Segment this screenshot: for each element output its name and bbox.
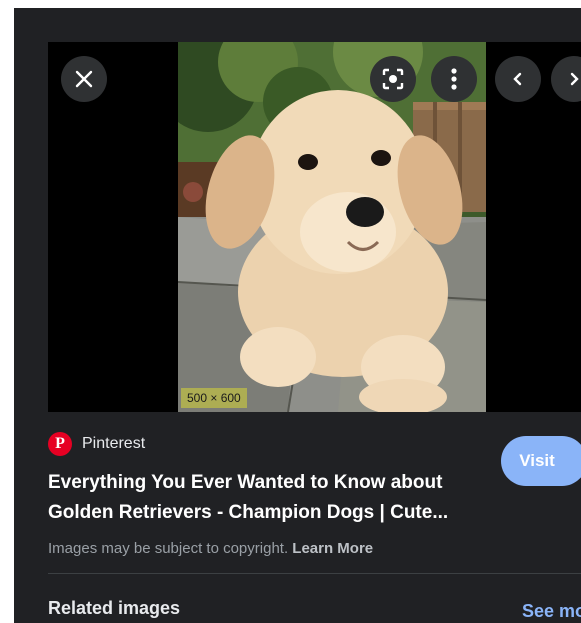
lens-icon [382,68,404,90]
copyright-notice: Images may be subject to copyright. Lear… [48,540,373,557]
pinterest-logo: P [48,432,72,456]
image-preview-panel: 500 × 600 P Pinterest Everything You Eve… [14,8,581,623]
divider [48,573,581,574]
related-images-heading: Related images [48,598,181,618]
result-title[interactable]: Everything You Ever Wanted to Know about… [48,468,496,528]
more-vert-icon [451,68,457,90]
image-dimensions-badge: 500 × 600 [181,388,247,408]
copyright-text: Images may be subject to copyright. [48,540,289,557]
source-name: Pinterest [82,435,146,452]
image-viewer: 500 × 600 [48,42,581,412]
see-more-link[interactable]: See more [522,601,581,622]
close-button[interactable] [61,56,107,102]
result-title-line-1: Everything You Ever Wanted to Know about [48,472,443,493]
more-options-button[interactable] [431,56,477,102]
learn-more-link[interactable]: Learn More [292,540,373,557]
chevron-left-icon [513,72,522,86]
lens-search-button[interactable] [370,56,416,102]
next-image-button[interactable] [551,56,581,102]
source-site[interactable]: P Pinterest [48,432,145,456]
visit-button[interactable]: Visit [501,436,581,486]
chevron-right-icon [570,72,579,86]
previous-image-button[interactable] [495,56,541,102]
close-icon [75,70,93,88]
result-title-line-2: Golden Retrievers - Champion Dogs | Cute… [48,502,449,523]
